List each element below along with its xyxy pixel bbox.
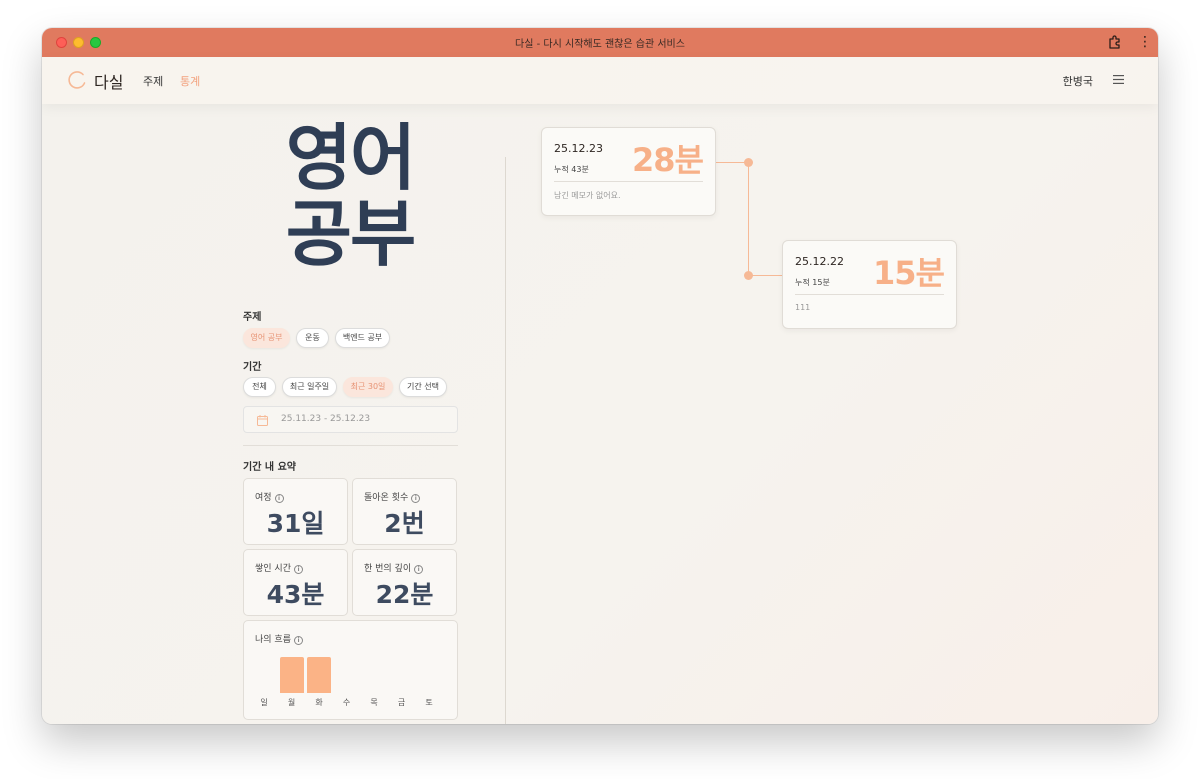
stat-value-journey: 31일: [266, 509, 325, 538]
date-range-text: 25.11.23 - 25.12.23: [281, 414, 371, 424]
timeline-branch-2: [748, 275, 782, 276]
stat-card-journey: 여정 i 31일: [243, 478, 348, 545]
entry-divider: [795, 294, 944, 295]
stat-value-total-time: 43분: [266, 580, 325, 609]
top-navbar: 다실 주제 통계 한병국: [42, 57, 1158, 104]
topic-title-line1: 영어: [285, 116, 416, 200]
flow-day-label: 월: [287, 698, 296, 707]
info-icon[interactable]: i: [293, 565, 303, 574]
timeline-connector: [748, 162, 749, 275]
app-content: 다실 주제 통계 한병국 영어 공부 주제 영어 공부 운동 백엔드 공부 기간…: [42, 57, 1158, 724]
topic-section-label: 주제: [243, 312, 262, 323]
stat-card-returns: 돌아온 횟수 i 2번: [352, 478, 457, 545]
stat-label-returns: 돌아온 횟수: [364, 493, 409, 503]
flow-day-label: 수: [342, 698, 351, 707]
info-icon[interactable]: i: [414, 565, 424, 574]
user-name[interactable]: 한병국: [1063, 73, 1093, 89]
timeline-dot: [744, 271, 753, 280]
period-chip-week[interactable]: 최근 일주일: [282, 377, 337, 397]
topic-chip-english[interactable]: 영어 공부: [243, 328, 290, 348]
entry-memo: 남긴 메모가 없어요.: [554, 191, 621, 200]
logo-text[interactable]: 다실: [94, 69, 123, 93]
period-chip-custom[interactable]: 기간 선택: [399, 377, 447, 397]
info-icon[interactable]: i: [274, 494, 284, 503]
info-icon[interactable]: i: [293, 636, 303, 645]
flow-card: 나의 흐름 i 일 월 화 수 목 금 토: [243, 620, 458, 720]
flow-day-label: 일: [260, 698, 268, 707]
timeline-entry-card[interactable]: 25.12.22 누적 15분 15분 111: [782, 240, 957, 329]
entry-cumulative: 누적 15분: [795, 278, 830, 287]
timeline-divider: [505, 157, 506, 724]
window-title: 다실 - 다시 시작해도 괜찮은 습관 서비스: [515, 39, 685, 50]
period-section-label: 기간: [243, 362, 262, 373]
entry-date: 25.12.23: [554, 142, 603, 155]
topic-title-line2: 공부: [285, 192, 416, 276]
flow-day-label: 토: [425, 698, 433, 707]
divider: [243, 445, 458, 446]
summary-section-label: 기간 내 요약: [243, 462, 296, 473]
flow-day-label: 금: [397, 698, 406, 707]
nav-stats[interactable]: 통계: [180, 73, 200, 89]
stat-label-depth: 한 번의 깊이: [364, 564, 412, 574]
calendar-icon: [257, 415, 268, 426]
app-window: 다실 - 다시 시작해도 괜찮은 습관 서비스 ⋮ 다실 주제 통계 한병국 영…: [42, 28, 1158, 724]
entry-cumulative: 누적 43분: [554, 165, 589, 174]
info-icon[interactable]: i: [411, 494, 421, 503]
entry-minutes: 28분: [632, 141, 704, 179]
stat-value-returns: 2번: [384, 509, 425, 538]
topic-chip-backend[interactable]: 백엔드 공부: [335, 328, 390, 348]
entry-divider: [554, 181, 703, 182]
stat-card-total-time: 쌓인 시간 i 43분: [243, 549, 348, 616]
hamburger-menu-icon[interactable]: [1113, 75, 1124, 84]
more-options-icon[interactable]: ⋮: [1138, 34, 1152, 50]
stat-value-depth: 22분: [375, 580, 434, 609]
date-range-input[interactable]: 25.11.23 - 25.12.23: [243, 406, 458, 433]
logo-icon[interactable]: [67, 70, 87, 90]
stat-label-journey: 여정: [255, 493, 272, 503]
period-chip-all[interactable]: 전체: [243, 377, 276, 397]
timeline-entry-card[interactable]: 25.12.23 누적 43분 28분 남긴 메모가 없어요.: [541, 127, 716, 216]
timeline-dot: [744, 158, 753, 167]
flow-label: 나의 흐름: [255, 635, 291, 645]
entry-date: 25.12.22: [795, 255, 844, 268]
stat-label-total-time: 쌓인 시간: [255, 564, 291, 574]
title-bar: 다실 - 다시 시작해도 괜찮은 습관 서비스 ⋮: [42, 28, 1158, 57]
period-chip-30days[interactable]: 최근 30일: [343, 377, 393, 397]
stat-card-depth: 한 번의 깊이 i 22분: [352, 549, 457, 616]
topic-chip-exercise[interactable]: 운동: [296, 328, 329, 348]
flow-day-label: 화: [315, 698, 323, 707]
entry-memo: 111: [795, 303, 811, 312]
flow-bar: [307, 657, 331, 693]
entry-minutes: 15분: [873, 254, 945, 292]
flow-day-label: 목: [370, 698, 378, 707]
nav-topic[interactable]: 주제: [143, 73, 163, 89]
extension-icon[interactable]: [1108, 35, 1122, 49]
flow-bar: [279, 657, 304, 693]
